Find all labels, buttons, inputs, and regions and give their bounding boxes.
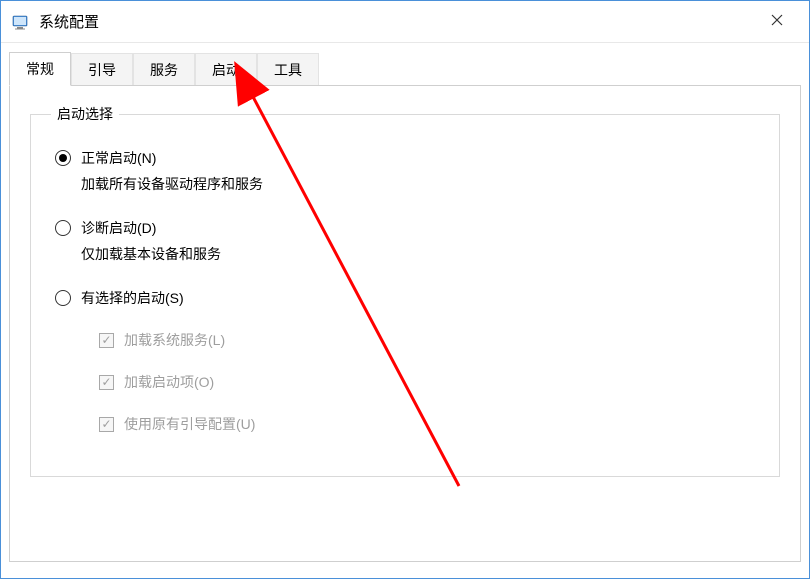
radio-icon xyxy=(55,290,71,306)
check-icon: ✓ xyxy=(101,418,111,430)
close-icon xyxy=(771,13,783,31)
app-icon xyxy=(11,13,29,31)
msconfig-window: 系统配置 常规 引导 服务 启动 工具 启动选择 正常启动(N) 加载所有设备驱… xyxy=(0,0,810,579)
radio-diagnostic-startup[interactable]: 诊断启动(D) xyxy=(55,218,759,238)
tab-startup[interactable]: 启动 xyxy=(195,53,257,86)
checkbox-icon: ✓ xyxy=(99,375,114,390)
checkbox-label: 使用原有引导配置(U) xyxy=(124,414,255,434)
tab-general[interactable]: 常规 xyxy=(9,52,71,86)
checkbox-load-startup-items: ✓ 加载启动项(O) xyxy=(99,372,759,392)
tab-services[interactable]: 服务 xyxy=(133,53,195,86)
radio-normal-startup[interactable]: 正常启动(N) xyxy=(55,148,759,168)
titlebar: 系统配置 xyxy=(1,1,809,43)
check-icon: ✓ xyxy=(101,334,111,346)
radio-label: 有选择的启动(S) xyxy=(81,288,184,308)
checkbox-icon: ✓ xyxy=(99,333,114,348)
checkbox-load-system-services: ✓ 加载系统服务(L) xyxy=(99,330,759,350)
radio-icon xyxy=(55,150,71,166)
startup-selection-group: 启动选择 正常启动(N) 加载所有设备驱动程序和服务 诊断启动(D) 仅加载基本… xyxy=(30,104,780,477)
radio-normal-desc: 加载所有设备驱动程序和服务 xyxy=(81,174,759,194)
checkbox-label: 加载系统服务(L) xyxy=(124,330,225,350)
window-title: 系统配置 xyxy=(39,11,755,32)
tab-boot[interactable]: 引导 xyxy=(71,53,133,86)
checkbox-label: 加载启动项(O) xyxy=(124,372,214,392)
checkbox-icon: ✓ xyxy=(99,417,114,432)
radio-label: 正常启动(N) xyxy=(81,148,156,168)
radio-diagnostic-desc: 仅加载基本设备和服务 xyxy=(81,244,759,264)
close-button[interactable] xyxy=(755,7,799,37)
radio-label: 诊断启动(D) xyxy=(81,218,156,238)
group-legend: 启动选择 xyxy=(51,104,119,124)
tabbar: 常规 引导 服务 启动 工具 xyxy=(1,43,809,85)
checkbox-use-original-boot-config: ✓ 使用原有引导配置(U) xyxy=(99,414,759,434)
radio-icon xyxy=(55,220,71,236)
radio-selective-startup[interactable]: 有选择的启动(S) xyxy=(55,288,759,308)
tab-tools[interactable]: 工具 xyxy=(257,53,319,86)
check-icon: ✓ xyxy=(101,376,111,388)
tab-content: 启动选择 正常启动(N) 加载所有设备驱动程序和服务 诊断启动(D) 仅加载基本… xyxy=(9,85,801,562)
